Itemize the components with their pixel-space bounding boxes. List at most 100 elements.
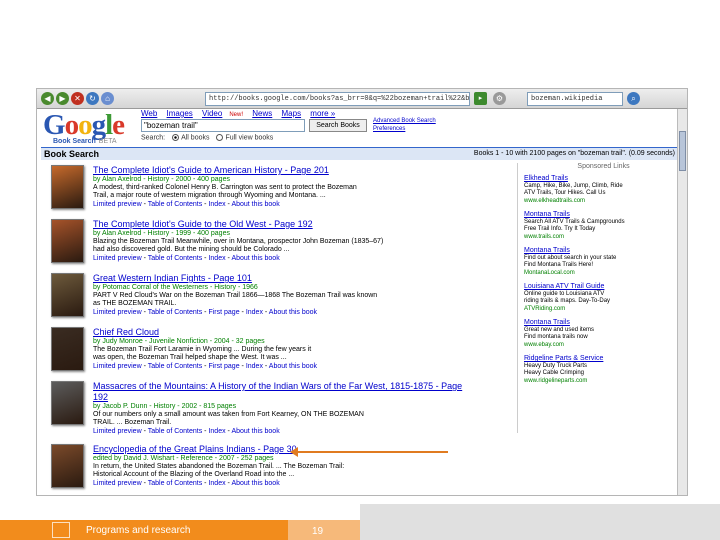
result-link[interactable]: Limited preview [93, 363, 142, 370]
result-title-link[interactable]: Chief Red Cloud [93, 327, 513, 338]
result-snippet: had also discovered gold. But the mining… [93, 246, 290, 253]
nav-news[interactable]: News [252, 109, 272, 118]
search-icon[interactable]: ⌕ [627, 92, 640, 105]
result-title-link[interactable]: Encyclopedia of the Great Plains Indians… [93, 444, 513, 455]
home-icon[interactable]: ⌂ [101, 92, 114, 105]
nav-images[interactable]: Images [167, 109, 193, 118]
scrollbar[interactable] [677, 109, 687, 495]
ad-description: Search All ATV Trails & Campgrounds [524, 219, 625, 225]
browser-toolbar: ◀ ▶ ✕ ↻ ⌂ http://books.google.com/books?… [37, 89, 687, 109]
result-link[interactable]: Index [208, 201, 225, 208]
result-link[interactable]: About this book [269, 309, 317, 316]
result-link[interactable]: About this book [269, 363, 317, 370]
refresh-icon[interactable]: ↻ [86, 92, 99, 105]
google-logo-wordmark: Google [43, 109, 135, 141]
result-link[interactable]: Table of Contents [148, 480, 202, 487]
result-link[interactable]: Index [246, 363, 263, 370]
forward-icon[interactable]: ▶ [56, 92, 69, 105]
book-cover-thumbnail[interactable] [51, 444, 84, 488]
result-link[interactable]: First page [208, 309, 239, 316]
ad-url[interactable]: ATVRiding.com [524, 305, 683, 313]
browser-search-box[interactable]: bozeman.wikipedia [527, 92, 623, 106]
google-logo[interactable]: Google Book Search BETA [43, 109, 135, 146]
ad-description: Great new and used items [524, 327, 595, 333]
result-link[interactable]: Index [208, 480, 225, 487]
logo-letter: o [64, 109, 79, 141]
book-cover-thumbnail[interactable] [51, 273, 84, 317]
logo-letter: o [78, 109, 92, 141]
result-links: Limited preview - Table of Contents - Fi… [93, 308, 513, 317]
book-cover-thumbnail[interactable] [51, 165, 84, 209]
scroll-thumb[interactable] [679, 131, 686, 171]
nav-video[interactable]: Video [202, 109, 222, 118]
radio-all-label: All books [181, 134, 210, 142]
radio-full-view[interactable] [216, 134, 224, 141]
ad-title-link[interactable]: Montana Trails [524, 210, 683, 219]
result-link[interactable]: Table of Contents [148, 309, 202, 316]
result-title-link[interactable]: The Complete Idiot's Guide to American H… [93, 165, 513, 176]
search-books-button[interactable]: Search Books [309, 119, 367, 132]
logo-letter: e [112, 109, 125, 141]
result-snippet: Blazing the Bozeman Trail Meanwhile, ove… [93, 238, 384, 245]
result-meta: by Judy Monroe - Juvenile Nonfiction - 2… [93, 338, 265, 345]
ad-title-link[interactable]: Montana Trails [524, 246, 683, 255]
footer-label: Programs and research [86, 525, 191, 536]
ad-url[interactable]: www.elkheadtrails.com [524, 197, 683, 205]
advanced-search-link[interactable]: Advanced Book Search [373, 117, 436, 125]
annotation-arrow [296, 451, 448, 453]
result-snippet: In return, the United States abandoned t… [93, 463, 345, 470]
back-icon[interactable]: ◀ [41, 92, 54, 105]
settings-icon[interactable]: ⚙ [493, 92, 506, 105]
result-link[interactable]: Index [246, 309, 263, 316]
result-link[interactable]: First page [208, 363, 239, 370]
ad-item: Montana Trails Search All ATV Trails & Ca… [524, 210, 683, 241]
result-link[interactable]: Limited preview [93, 309, 142, 316]
result-link[interactable]: Index [208, 428, 225, 435]
result-title-link-cont[interactable]: 192 [93, 392, 513, 403]
stop-icon[interactable]: ✕ [71, 92, 84, 105]
radio-all-books[interactable] [172, 134, 180, 141]
result-meta: by Potomac Corral of the Westerners - Hi… [93, 284, 258, 291]
go-icon[interactable]: ▸ [474, 92, 487, 105]
result-snippet: as THE BOZEMAN TRAIL. [93, 300, 177, 307]
ad-url[interactable]: www.ebay.com [524, 341, 683, 349]
nav-more[interactable]: more » [310, 109, 335, 118]
address-bar[interactable]: http://books.google.com/books?as_brr=0&q… [205, 92, 470, 106]
result-link[interactable]: Limited preview [93, 428, 142, 435]
nav-maps[interactable]: Maps [282, 109, 302, 118]
result-link[interactable]: About this book [231, 428, 279, 435]
result-item: The Complete Idiot's Guide to American H… [51, 165, 511, 217]
slide-footer: Programs and research 19 [0, 504, 720, 540]
result-link[interactable]: Limited preview [93, 201, 142, 208]
ad-title-link[interactable]: Ridgeline Parts & Service [524, 354, 683, 363]
query-input[interactable]: "bozeman trail" [141, 119, 305, 132]
ad-title-link[interactable]: Louisiana ATV Trail Guide [524, 282, 683, 291]
preferences-link[interactable]: Preferences [373, 125, 436, 133]
ad-title-link[interactable]: Elkhead Trails [524, 174, 683, 183]
ad-description: riding trails & maps. Day-To-Day [524, 298, 611, 304]
book-cover-thumbnail[interactable] [51, 219, 84, 263]
result-link[interactable]: About this book [231, 201, 279, 208]
result-title-link[interactable]: Great Western Indian Fights - Page 101 [93, 273, 513, 284]
result-link[interactable]: About this book [231, 255, 279, 262]
result-link[interactable]: Index [208, 255, 225, 262]
google-nav: Web Images Video New! News Maps more » [141, 109, 342, 118]
result-link[interactable]: Table of Contents [148, 201, 202, 208]
result-snippet: A modest, third-ranked Colonel Henry B. … [93, 184, 357, 191]
result-link[interactable]: Table of Contents [148, 428, 202, 435]
ad-url[interactable]: www.ridgelineparts.com [524, 377, 683, 385]
book-cover-thumbnail[interactable] [51, 381, 84, 425]
result-title-link[interactable]: Massacres of the Mountains: A History of… [93, 381, 513, 392]
result-link[interactable]: About this book [231, 480, 279, 487]
result-link[interactable]: Limited preview [93, 480, 142, 487]
result-link[interactable]: Table of Contents [148, 255, 202, 262]
result-title-link[interactable]: The Complete Idiot's Guide to the Old We… [93, 219, 513, 230]
result-link[interactable]: Table of Contents [148, 363, 202, 370]
result-link[interactable]: Limited preview [93, 255, 142, 262]
nav-web[interactable]: Web [141, 109, 157, 118]
book-cover-thumbnail[interactable] [51, 327, 84, 371]
page-number-box [288, 520, 360, 540]
ad-title-link[interactable]: Montana Trails [524, 318, 683, 327]
ad-url[interactable]: MontanaLocal.com [524, 269, 683, 277]
ad-url[interactable]: www.trails.com [524, 233, 683, 241]
